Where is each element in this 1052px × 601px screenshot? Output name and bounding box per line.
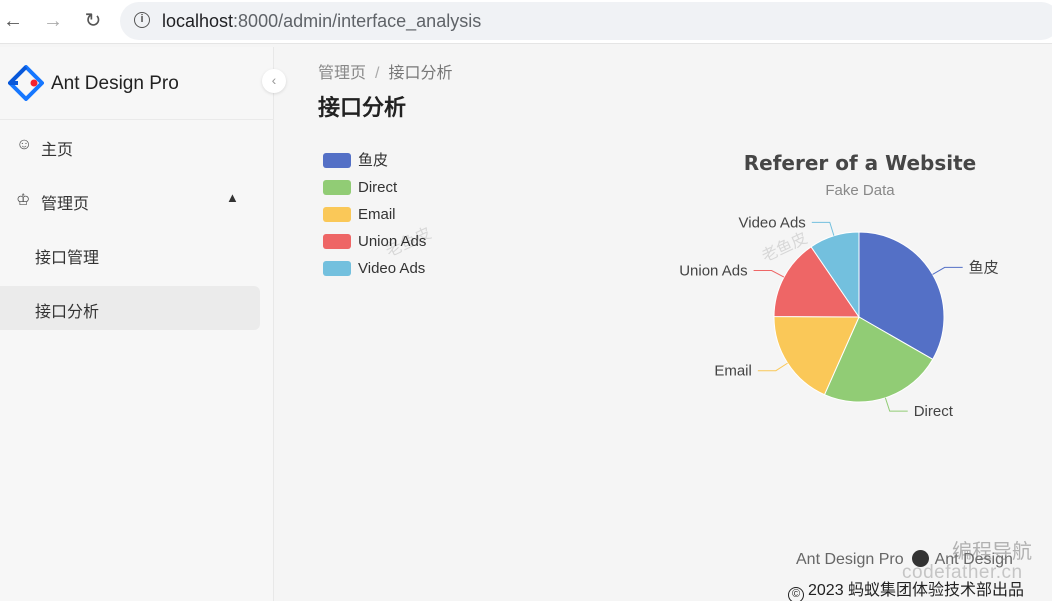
sidebar-subitem-interface-analysis[interactable]: 接口分析 (0, 286, 260, 330)
reload-icon[interactable]: ↻ (80, 8, 106, 34)
sidebar-item-admin[interactable]: ♔ 管理页 ▲ (0, 178, 260, 222)
breadcrumb-link[interactable]: 管理页 (318, 65, 366, 82)
url-path: :8000/admin/interface_analysis (233, 11, 482, 31)
ant-design-logo-icon (8, 65, 44, 101)
pie-chart: 鱼皮 Direct Email Union Ads Video Ads Referer o… (323, 151, 999, 420)
chevron-up-icon: ▲ (226, 190, 239, 205)
forward-arrow-icon[interactable]: → (40, 8, 66, 34)
sidebar: Ant Design Pro ☺ 主页 ♔ 管理页 ▲ 接口管理 接口分析 ‹ (0, 47, 286, 601)
page-title: 接口分析 (318, 95, 407, 120)
label-leader-line (932, 266, 963, 275)
main-content: 管理页 / 接口分析 接口分析 鱼皮 Direct Email Union Ads Vide… (275, 47, 1052, 601)
sidebar-subitem-label: 接口分析 (35, 304, 100, 321)
sidebar-item-label: 主页 (41, 142, 74, 159)
breadcrumb: 管理页 / 接口分析 (318, 59, 452, 83)
smile-icon: ☺ (16, 136, 33, 153)
copyright-icon: © (788, 587, 804, 601)
legend-label[interactable]: Video Ads (358, 260, 425, 277)
slice-label: 鱼皮 (969, 258, 999, 276)
url-text[interactable]: localhost:8000/admin/interface_analysis (162, 11, 481, 32)
footer-link-ant-design-pro[interactable]: Ant Design Pro (796, 551, 904, 568)
url-host: localhost (162, 11, 234, 31)
crown-icon: ♔ (16, 192, 31, 209)
legend-swatch[interactable] (323, 153, 351, 168)
overlay-watermark-site: codefather.cn (902, 562, 1023, 583)
label-leader-line (757, 362, 788, 372)
slice-label: Direct (914, 403, 954, 420)
sidebar-item-label: 管理页 (41, 196, 90, 213)
legend-swatch[interactable] (323, 180, 351, 195)
legend-swatch[interactable] (323, 261, 351, 276)
browser-toolbar: ← → ↻ i localhost:8000/admin/interface_a… (0, 0, 1052, 44)
chart-subtitle: Fake Data (825, 182, 895, 199)
back-arrow-icon[interactable]: ← (0, 8, 26, 34)
app-name: Ant Design Pro (51, 73, 179, 94)
sidebar-subitem-interface-management[interactable]: 接口管理 (0, 232, 260, 276)
slice-label: Video Ads (739, 214, 806, 231)
slice-label: Union Ads (679, 263, 747, 280)
breadcrumb-separator: / (375, 65, 380, 82)
legend-label[interactable]: Email (358, 206, 396, 223)
sidebar-subitem-label: 接口管理 (35, 250, 100, 267)
sidebar-item-home[interactable]: ☺ 主页 (0, 124, 260, 168)
collapse-sidebar-button[interactable]: ‹ (262, 69, 286, 93)
legend-swatch[interactable] (323, 234, 351, 249)
chart-title: Referer of a Website (744, 151, 976, 175)
label-leader-line (884, 397, 908, 412)
legend-label[interactable]: 鱼皮 (358, 151, 388, 169)
copyright-text: 2023 蚂蚁集团体验技术部出品 (808, 582, 1025, 599)
label-leader-line (753, 270, 785, 278)
breadcrumb-current: 接口分析 (388, 65, 453, 82)
logo-row[interactable]: Ant Design Pro (0, 47, 274, 120)
info-icon[interactable]: i (134, 12, 150, 28)
address-bar[interactable]: i localhost:8000/admin/interface_analysi… (120, 2, 1052, 40)
legend-swatch[interactable] (323, 207, 351, 222)
slice-label: Email (714, 363, 752, 380)
overlay-watermark-nav: 编程导航 (952, 541, 1032, 563)
label-leader-line (811, 221, 835, 236)
legend-label[interactable]: Direct (358, 179, 398, 196)
watermark-text: 老鱼皮 (383, 223, 435, 261)
